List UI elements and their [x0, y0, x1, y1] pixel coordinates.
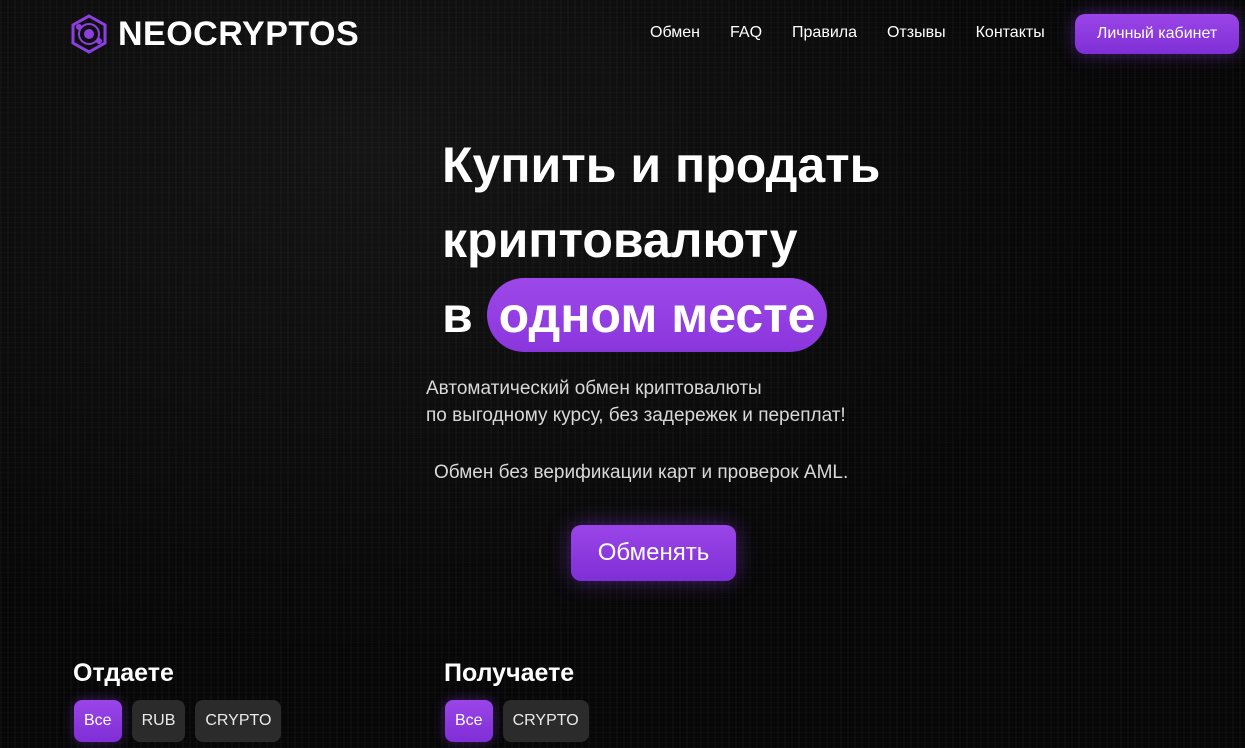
logo[interactable]: NEOCRYPTOS [68, 13, 359, 55]
header: NEOCRYPTOS Обмен FAQ Правила Отзывы Конт… [0, 0, 1245, 72]
receive-filter-all[interactable]: Все [445, 700, 493, 742]
hero-subtitle-line-1: Автоматический обмен криптовалюты [426, 378, 762, 399]
main-nav: Обмен FAQ Правила Отзывы Контакты [650, 24, 1045, 42]
hero-title-line-3: в одном месте [442, 278, 880, 353]
nav-link-faq[interactable]: FAQ [730, 24, 762, 42]
receive-filter-crypto[interactable]: CRYPTO [502, 700, 589, 742]
nav-link-reviews[interactable]: Отзывы [887, 24, 946, 42]
hero-subtitle: Автоматический обмен криптовалюты по выг… [426, 375, 846, 429]
receive-filter-chips: Все CRYPTO [445, 700, 589, 742]
receive-panel-title: Получаете [444, 659, 575, 687]
give-filter-crypto[interactable]: CRYPTO [195, 700, 282, 742]
atom-hexagon-icon [71, 14, 107, 54]
personal-account-button[interactable]: Личный кабинет [1075, 14, 1239, 54]
give-filter-chips: Все RUB CRYPTO [74, 700, 282, 742]
nav-link-exchange[interactable]: Обмен [650, 24, 700, 42]
give-filter-rub[interactable]: RUB [131, 700, 186, 742]
hero-title-line-2: криптовалюту [442, 212, 798, 268]
brand-name: NEOCRYPTOS [118, 14, 360, 53]
aml-note: Обмен без верификации карт и проверок AM… [434, 462, 849, 483]
hero-highlight-pill: одном месте [486, 278, 828, 352]
nav-link-contacts[interactable]: Контакты [976, 24, 1045, 42]
hero-title-line-1: Купить и продать [442, 137, 881, 193]
exchange-button[interactable]: Обменять [571, 525, 736, 581]
background-texture [0, 0, 1245, 748]
hero-subtitle-line-2: по выгодному курсу, без задережек и пере… [426, 405, 846, 426]
give-filter-all[interactable]: Все [74, 700, 122, 742]
give-panel-title: Отдаете [73, 659, 174, 687]
hero-title-prefix: в [442, 287, 473, 343]
nav-link-rules[interactable]: Правила [792, 24, 857, 42]
hero-title: Купить и продать криптовалюту в одном ме… [442, 128, 880, 353]
